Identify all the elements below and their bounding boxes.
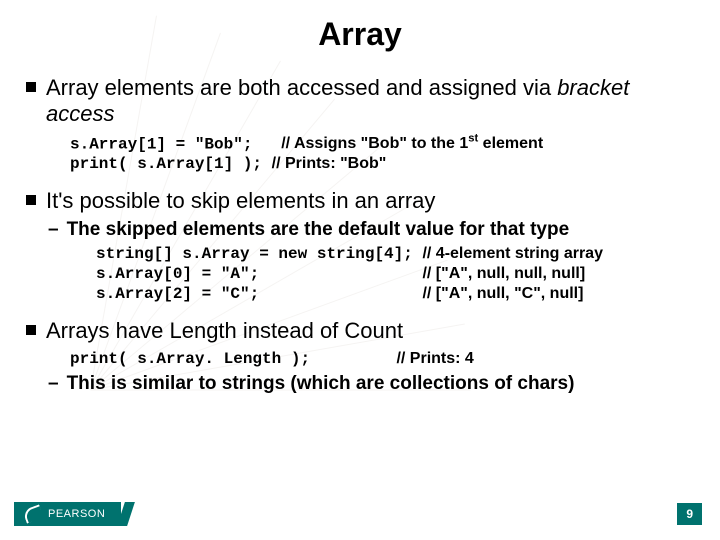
slide-title: Array <box>26 16 694 53</box>
bullet-text: Arrays have Length instead of Count <box>46 318 403 344</box>
square-bullet-icon <box>26 82 36 92</box>
bullet-text: It's possible to skip elements in an arr… <box>46 188 435 214</box>
code-comment: // Prints: "Bob" <box>272 155 387 172</box>
bullet-text-part: Array elements are both accessed and ass… <box>46 75 557 100</box>
code-line: string[] s.Array = new string[4]; // 4-e… <box>96 244 694 264</box>
footer: PEARSON 9 <box>0 502 720 526</box>
code-comment: // Assigns "Bob" to the 1st element <box>281 135 543 152</box>
sub-bullet-text: The skipped elements are the default val… <box>67 219 570 242</box>
dash-bullet-icon: – <box>48 373 59 396</box>
code-block: print( s.Array. Length ); // Prints: 4 <box>70 349 694 369</box>
code-mono: s.Array[1] = "Bob"; <box>70 135 281 153</box>
slide-container: Array Array elements are both accessed a… <box>0 0 720 540</box>
dash-bullet-icon: – <box>48 219 59 242</box>
code-block: string[] s.Array = new string[4]; // 4-e… <box>96 244 694 304</box>
pearson-swoosh-icon <box>22 504 44 523</box>
bullet-item: It's possible to skip elements in an arr… <box>26 188 694 304</box>
bullet-item: Array elements are both accessed and ass… <box>26 75 694 174</box>
code-comment: // ["A", null, "C", null] <box>422 285 583 302</box>
square-bullet-icon <box>26 195 36 205</box>
code-comment: // Prints: 4 <box>396 350 473 367</box>
bullet-list: Array elements are both accessed and ass… <box>26 75 694 395</box>
code-comment: // 4-element string array <box>422 245 603 262</box>
code-line: print( s.Array. Length ); // Prints: 4 <box>70 349 694 369</box>
bullet-item: Arrays have Length instead of Count prin… <box>26 318 694 395</box>
code-line: s.Array[0] = "A"; // ["A", null, null, n… <box>96 264 694 284</box>
code-mono: string[] s.Array = new string[4]; <box>96 245 422 263</box>
sub-bullet-list: – The skipped elements are the default v… <box>48 219 694 305</box>
code-comment: // ["A", null, null, null] <box>422 265 585 282</box>
page-number: 9 <box>677 503 702 525</box>
code-mono: s.Array[2] = "C"; <box>96 285 422 303</box>
brand-text: PEARSON <box>48 508 105 520</box>
code-mono: s.Array[0] = "A"; <box>96 265 422 283</box>
sub-bullet-text: This is similar to strings (which are co… <box>67 373 575 396</box>
code-mono: print( s.Array[1] ); <box>70 155 272 173</box>
sub-bullet-item: – This is similar to strings (which are … <box>48 373 694 396</box>
square-bullet-icon <box>26 325 36 335</box>
sub-bullet-item: – The skipped elements are the default v… <box>48 219 694 305</box>
bullet-text: Array elements are both accessed and ass… <box>46 75 694 128</box>
code-line: print( s.Array[1] ); // Prints: "Bob" <box>70 154 694 174</box>
pearson-logo: PEARSON <box>14 502 121 526</box>
code-line: s.Array[2] = "C"; // ["A", null, "C", nu… <box>96 284 694 304</box>
code-block: s.Array[1] = "Bob"; // Assigns "Bob" to … <box>70 132 694 174</box>
code-line: s.Array[1] = "Bob"; // Assigns "Bob" to … <box>70 132 694 154</box>
sub-bullet-list: – This is similar to strings (which are … <box>48 373 694 396</box>
code-mono: print( s.Array. Length ); <box>70 350 396 368</box>
